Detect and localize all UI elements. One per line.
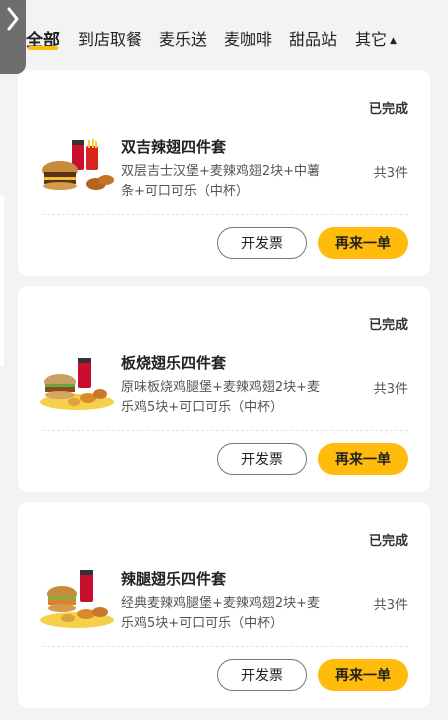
reorder-button[interactable]: 再来一单 — [318, 443, 408, 475]
item-count: 共3件 — [373, 166, 408, 181]
tab-other-label: 其它 — [355, 30, 388, 49]
order-status: 已完成 — [368, 534, 408, 549]
divider — [42, 646, 408, 647]
category-tabs: 全部 到店取餐 麦乐送 麦咖啡 甜品站 其它 ▲ — [0, 0, 448, 66]
meal-description: 经典麦辣鸡腿堡+麦辣鸡翅2块+麦乐鸡5块+可口可乐（中杯） — [121, 596, 321, 631]
meal-image — [42, 139, 114, 190]
tab-dessert[interactable]: 甜品站 — [289, 26, 337, 50]
meal-image — [40, 358, 114, 410]
order-status: 已完成 — [368, 318, 408, 333]
tab-mccafe[interactable]: 麦咖啡 — [224, 26, 272, 50]
tab-delivery[interactable]: 麦乐送 — [159, 26, 207, 50]
active-tab-indicator — [28, 46, 58, 50]
meal-image — [40, 570, 114, 628]
order-card: 已完成 双吉辣翅四件套 双层吉士汉堡+麦辣鸡翅2块+中薯条+可口可乐（中杯） 共… — [18, 70, 430, 276]
meal-description: 原味板烧鸡腿堡+麦辣鸡翅2块+麦乐鸡5块+可口可乐（中杯） — [121, 380, 321, 415]
reorder-button[interactable]: 再来一单 — [318, 227, 408, 259]
caret-up-icon: ▲ — [390, 35, 397, 46]
order-card: 已完成 板烧翅乐四件套 原味板烧鸡腿堡+麦辣鸡翅2块+麦乐鸡5块+可口可乐（中杯… — [18, 286, 430, 492]
order-card: 已完成 辣腿翅乐四件套 经典麦辣鸡腿堡+麦辣鸡翅2块+麦乐鸡5块+可口可乐（中杯… — [18, 502, 430, 708]
item-count: 共3件 — [373, 598, 408, 613]
tab-other[interactable]: 其它 ▲ — [355, 26, 397, 50]
order-status: 已完成 — [368, 102, 408, 117]
item-count: 共3件 — [373, 382, 408, 397]
divider — [42, 430, 408, 431]
invoice-button[interactable]: 开发票 — [217, 443, 307, 475]
chevron-right-icon — [7, 7, 19, 31]
reorder-button[interactable]: 再来一单 — [318, 659, 408, 691]
invoice-button[interactable]: 开发票 — [217, 659, 307, 691]
invoice-button[interactable]: 开发票 — [217, 227, 307, 259]
meal-name: 双吉辣翅四件套 — [121, 138, 227, 156]
back-button[interactable] — [0, 0, 26, 74]
tab-pickup[interactable]: 到店取餐 — [78, 26, 142, 50]
meal-name: 辣腿翅乐四件套 — [121, 570, 227, 588]
meal-description: 双层吉士汉堡+麦辣鸡翅2块+中薯条+可口可乐（中杯） — [121, 164, 321, 199]
meal-name: 板烧翅乐四件套 — [121, 354, 227, 372]
side-strip — [0, 196, 4, 366]
divider — [42, 214, 408, 215]
